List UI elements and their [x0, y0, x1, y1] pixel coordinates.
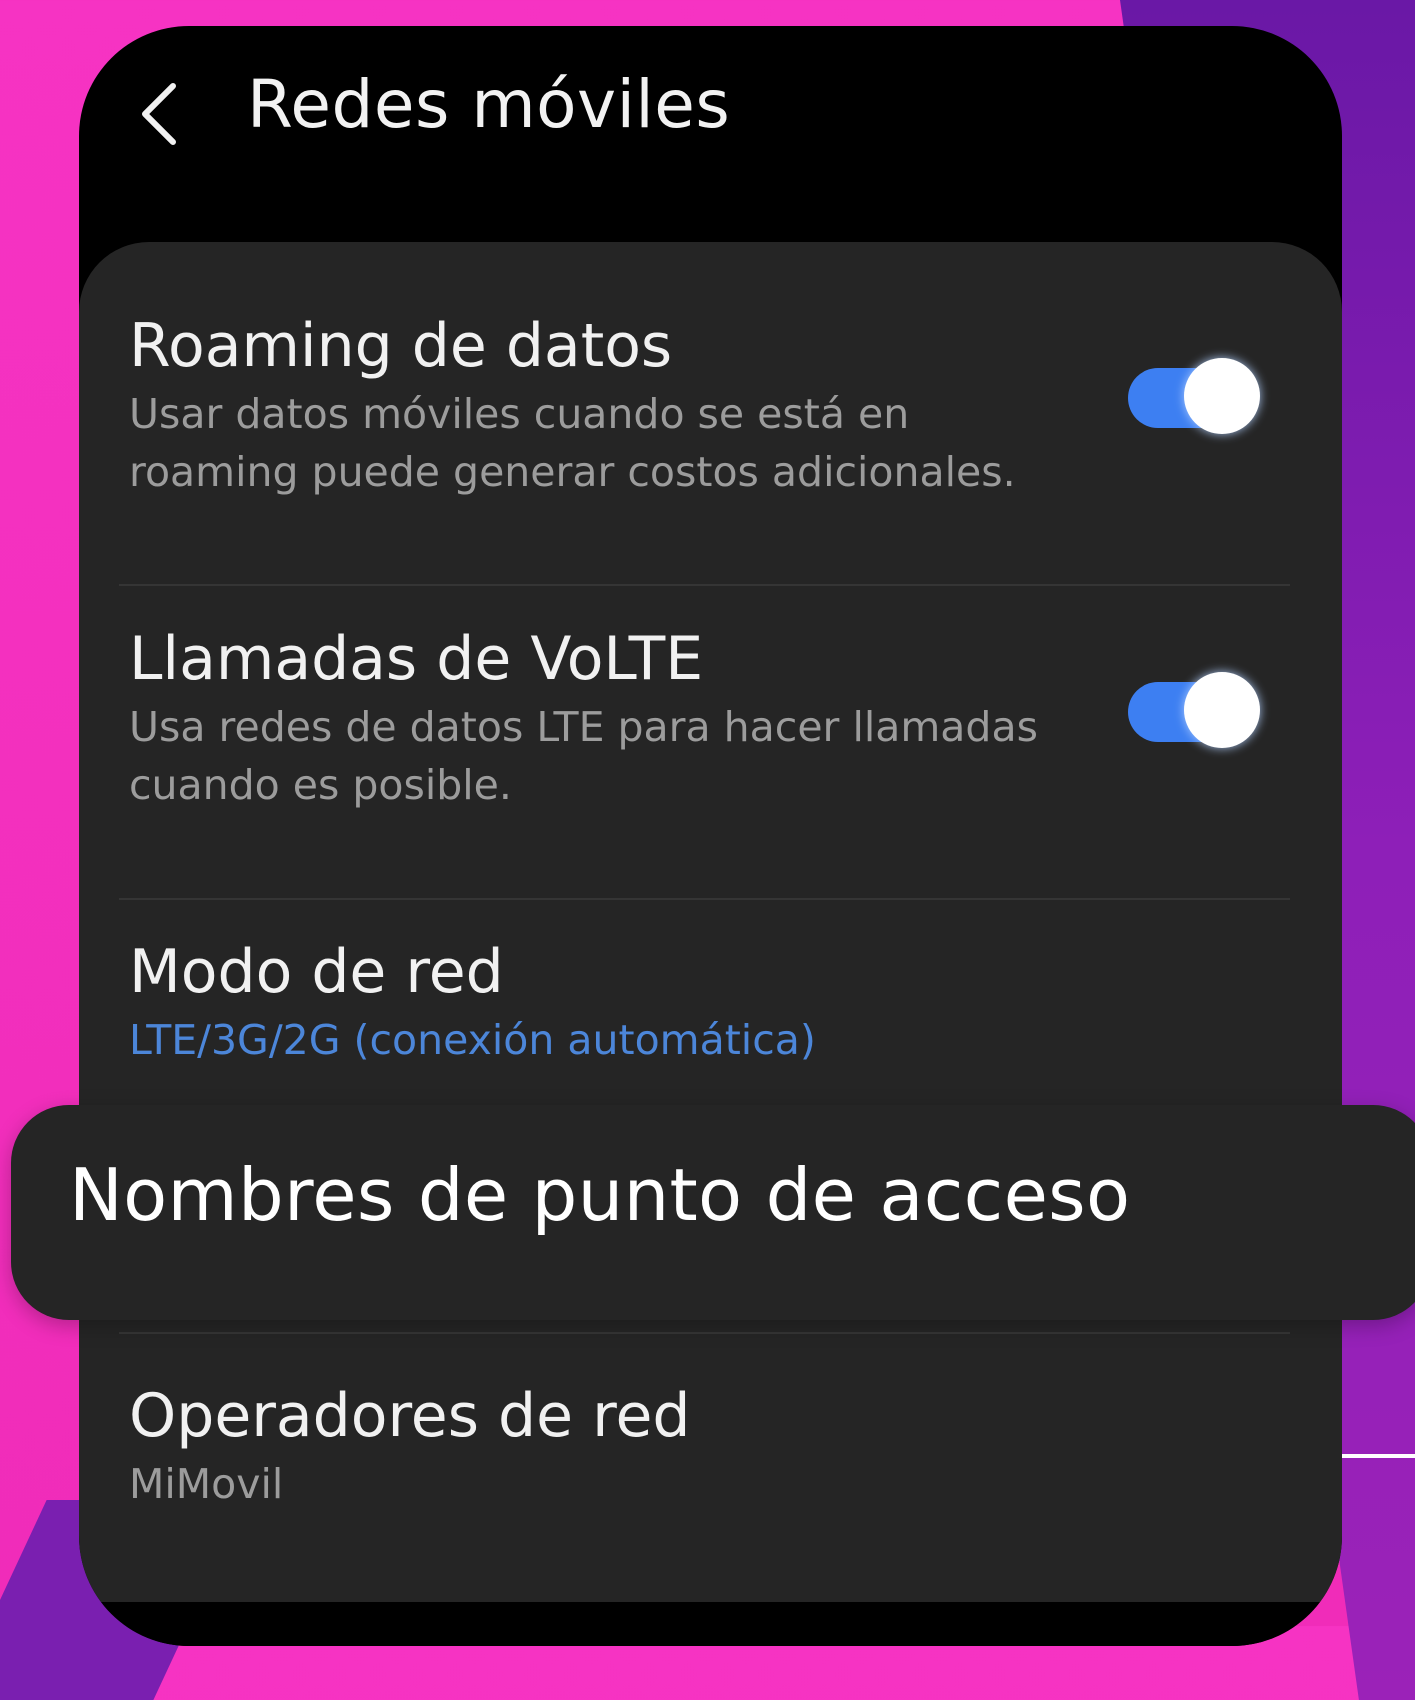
setting-volte-title: Llamadas de VoLTE	[129, 624, 704, 694]
toggle-knob	[1184, 672, 1260, 748]
setting-roaming-title: Roaming de datos	[129, 311, 673, 381]
setting-volte-description: Usa redes de datos LTE para hacer llamad…	[129, 703, 1038, 810]
setting-roaming-description: Usar datos móviles cuando se está en roa…	[129, 390, 1016, 497]
decorative-line	[1340, 1454, 1415, 1458]
volte-toggle[interactable]	[1128, 668, 1260, 754]
bottom-bar	[79, 1602, 1342, 1646]
setting-network-mode-title: Modo de red	[129, 937, 504, 1007]
divider	[119, 584, 1290, 586]
setting-access-point-names-title: Nombres de punto de acceso	[69, 1153, 1131, 1237]
toggle-knob	[1184, 358, 1260, 434]
phone-screen: Redes móviles Roaming de datos Usar dato…	[79, 26, 1342, 1646]
settings-card: Roaming de datos Usar datos móviles cuan…	[79, 242, 1342, 1602]
page-title: Redes móviles	[247, 66, 731, 143]
setting-network-operators[interactable]: Operadores de red MiMovil	[129, 1382, 1282, 1513]
divider	[119, 898, 1290, 900]
setting-access-point-names[interactable]: Nombres de punto de acceso	[11, 1105, 1415, 1320]
roaming-toggle[interactable]	[1128, 354, 1260, 440]
setting-network-operators-value: MiMovil	[129, 1460, 284, 1508]
setting-network-operators-title: Operadores de red	[129, 1381, 691, 1451]
setting-roaming[interactable]: Roaming de datos Usar datos móviles cuan…	[129, 312, 1052, 501]
app-bar: Redes móviles	[79, 26, 1342, 226]
setting-network-mode[interactable]: Modo de red LTE/3G/2G (conexión automáti…	[129, 938, 1282, 1069]
setting-network-mode-value: LTE/3G/2G (conexión automática)	[129, 1016, 816, 1064]
divider	[119, 1332, 1290, 1334]
setting-volte[interactable]: Llamadas de VoLTE Usa redes de datos LTE…	[129, 625, 1052, 814]
back-arrow-icon[interactable]	[131, 74, 191, 154]
